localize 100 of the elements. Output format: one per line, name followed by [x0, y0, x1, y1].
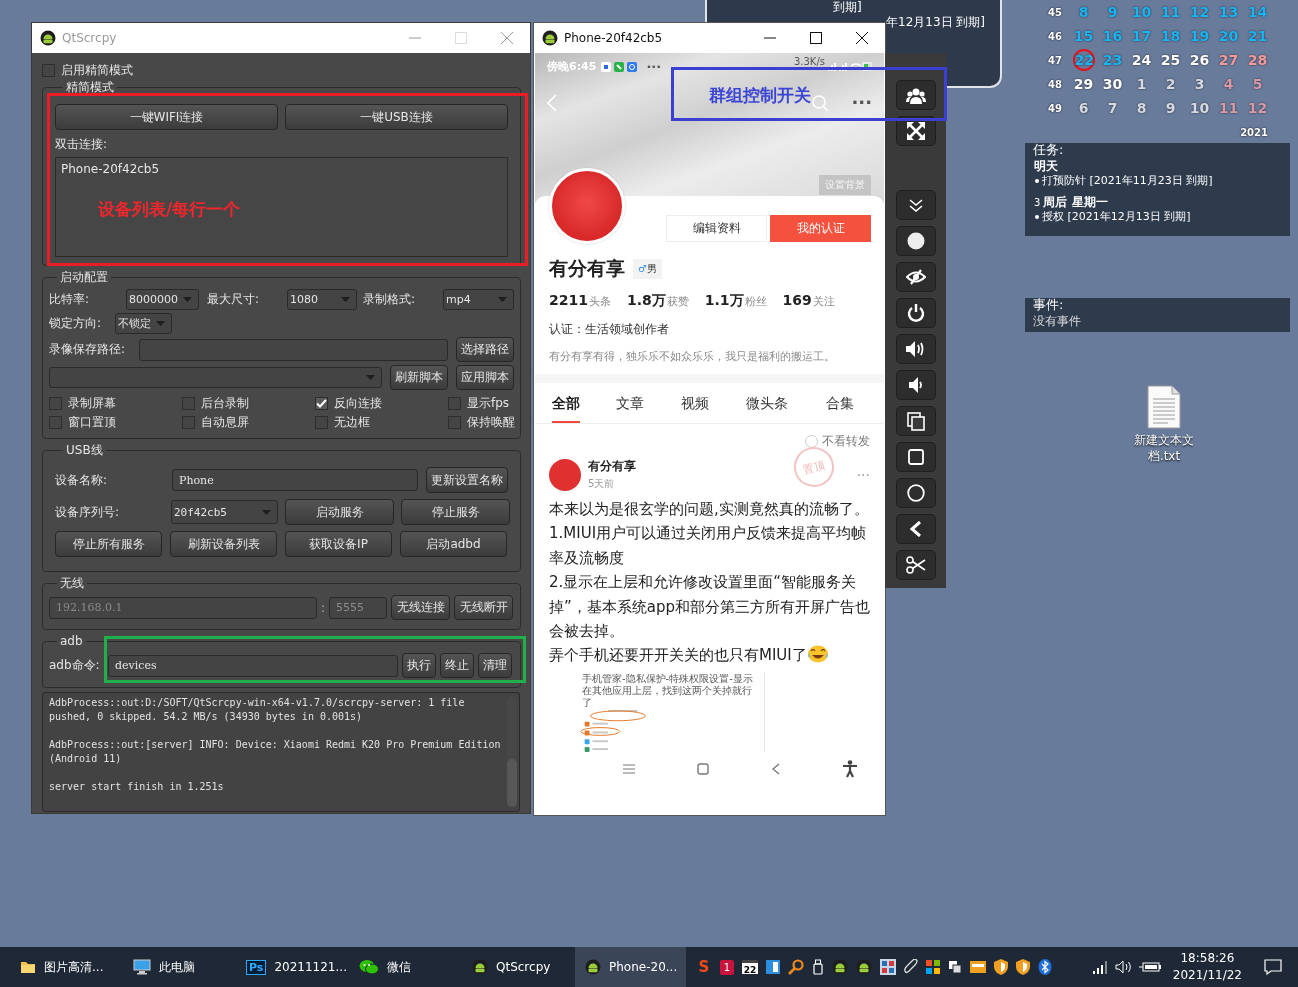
taskbar-button[interactable]: 微信: [349, 947, 460, 987]
tab[interactable]: 文章: [616, 395, 681, 423]
android-icon[interactable]: [856, 959, 872, 975]
toolbar-button[interactable]: [895, 190, 936, 220]
home-icon[interactable]: [697, 762, 710, 775]
button[interactable]: 执行: [402, 653, 436, 678]
button[interactable]: 停止所有服务: [55, 531, 162, 557]
dropdown[interactable]: 1080: [287, 289, 357, 310]
button[interactable]: 启动adbd: [400, 531, 507, 557]
calendar-day[interactable]: 26: [1187, 48, 1212, 72]
dropdown[interactable]: mp4: [443, 289, 514, 310]
device-list[interactable]: Phone-20f42cb5 设备列表/每行一个: [55, 157, 508, 257]
tab[interactable]: 视频: [681, 395, 746, 423]
button[interactable]: 刷新设备列表: [170, 531, 277, 557]
button[interactable]: 一键WIFI连接: [55, 104, 278, 130]
calendar-day[interactable]: 29: [1071, 72, 1096, 96]
dropdown[interactable]: 8000000: [126, 289, 199, 310]
notification-icon[interactable]: [1264, 959, 1282, 975]
magnifier-icon[interactable]: [788, 959, 804, 975]
toolbar-button[interactable]: [895, 514, 936, 544]
button[interactable]: 获取设备IP: [285, 531, 392, 557]
week-number: 46: [1048, 30, 1062, 42]
checkbox[interactable]: 显示fps: [448, 394, 510, 413]
grid-icon[interactable]: [880, 959, 896, 975]
toolbar-button[interactable]: [895, 334, 936, 364]
laughing-face-icon: [806, 645, 829, 664]
windows-stack-icon[interactable]: [948, 960, 962, 974]
button[interactable]: 选择路径: [456, 337, 514, 362]
toolbar-button[interactable]: [895, 262, 936, 292]
android-icon[interactable]: [832, 959, 848, 975]
toolbar-button[interactable]: [895, 478, 936, 508]
checkbox[interactable]: 无边框: [315, 413, 370, 432]
file-name[interactable]: 新建文本文档.txt: [1131, 432, 1197, 464]
profile-button[interactable]: 编辑资料: [666, 215, 767, 242]
button[interactable]: 终止: [440, 653, 474, 678]
calendar-day[interactable]: 30: [1100, 72, 1125, 96]
tray-icon[interactable]: 1: [720, 959, 734, 975]
input-field[interactable]: devices: [108, 654, 398, 677]
button[interactable]: 无线断开: [454, 595, 514, 620]
toolbar-button[interactable]: [895, 370, 936, 400]
button[interactable]: 更新设置名称: [426, 467, 508, 493]
tab[interactable]: 合集: [826, 395, 884, 423]
dropdown[interactable]: 不锁定: [115, 313, 172, 334]
scrollbar[interactable]: [507, 696, 517, 807]
button[interactable]: 应用脚本: [456, 365, 514, 390]
accessibility-icon[interactable]: [842, 759, 858, 778]
tab[interactable]: 全部: [552, 395, 580, 423]
taskbar-button[interactable]: 图片高清...: [10, 947, 121, 987]
tray-icon[interactable]: [766, 960, 780, 974]
checkbox[interactable]: 后台录制: [182, 394, 249, 413]
checkbox[interactable]: 保持唤醒: [448, 413, 515, 432]
group-title: USB线: [65, 443, 104, 457]
battery-icon[interactable]: [1138, 961, 1161, 973]
shield-icon[interactable]: [994, 959, 1008, 975]
input-field[interactable]: 5555: [329, 596, 388, 619]
shield-icon[interactable]: [1016, 959, 1030, 975]
checkbox[interactable]: 窗口置顶: [49, 413, 116, 432]
input-field[interactable]: 192.168.0.1: [49, 596, 317, 619]
calendar-icon[interactable]: 22: [742, 960, 758, 974]
text-file-icon[interactable]: [1146, 385, 1182, 429]
checkbox[interactable]: 启用精简模式: [42, 61, 133, 80]
button[interactable]: 刷新脚本: [390, 365, 448, 390]
clock-button[interactable]: 18:58:26 2021/11/22: [1172, 950, 1242, 984]
button[interactable]: 清理: [478, 653, 512, 678]
device-item[interactable]: Phone-20f42cb5: [61, 162, 160, 176]
checkbox[interactable]: 自动息屏: [182, 413, 249, 432]
android-icon: [585, 959, 601, 975]
checkbox[interactable]: 录制屏幕: [49, 394, 116, 413]
toolbar-button[interactable]: [895, 298, 936, 328]
button[interactable]: 启动服务: [285, 499, 394, 525]
toolbar-button[interactable]: [895, 80, 936, 110]
button[interactable]: 无线连接: [391, 595, 451, 620]
back-icon[interactable]: [771, 762, 780, 775]
taskbar-button[interactable]: Ps 20211121...: [236, 947, 347, 987]
more-button[interactable]: ···: [851, 92, 872, 113]
week-number: 47: [1048, 54, 1062, 66]
tab[interactable]: 微头条: [746, 395, 826, 423]
bluetooth-icon[interactable]: [1038, 959, 1052, 975]
button[interactable]: 停止服务: [401, 499, 510, 525]
input-field[interactable]: Phone: [172, 469, 418, 491]
paperclip-icon[interactable]: [904, 959, 918, 975]
taskbar-button[interactable]: Phone-20...: [575, 947, 686, 987]
toolbar-button[interactable]: [895, 550, 936, 580]
toolbar-button[interactable]: [895, 406, 936, 436]
calendar-day[interactable]: 25: [1158, 48, 1183, 72]
checkbox[interactable]: 反向连接: [315, 394, 382, 413]
button[interactable]: 一键USB连接: [285, 104, 508, 130]
calendar-day[interactable]: 24: [1129, 48, 1154, 72]
tray-icon[interactable]: S: [696, 958, 712, 976]
speaker-icon[interactable]: [1114, 960, 1133, 974]
input-field[interactable]: [139, 338, 448, 361]
four-squares-icon[interactable]: [926, 960, 940, 974]
toolbar-button[interactable]: [895, 442, 936, 472]
network-icon[interactable]: [1092, 960, 1109, 974]
filled-circle-icon: [906, 232, 925, 250]
dropdown[interactable]: 20f42cb5: [171, 500, 278, 524]
toolbar-button[interactable]: [895, 226, 936, 256]
taskbar-button[interactable]: 此电脑: [123, 947, 234, 987]
taskbar-button[interactable]: QtScrcpy: [462, 947, 573, 987]
usb-drive-icon[interactable]: [812, 959, 824, 975]
